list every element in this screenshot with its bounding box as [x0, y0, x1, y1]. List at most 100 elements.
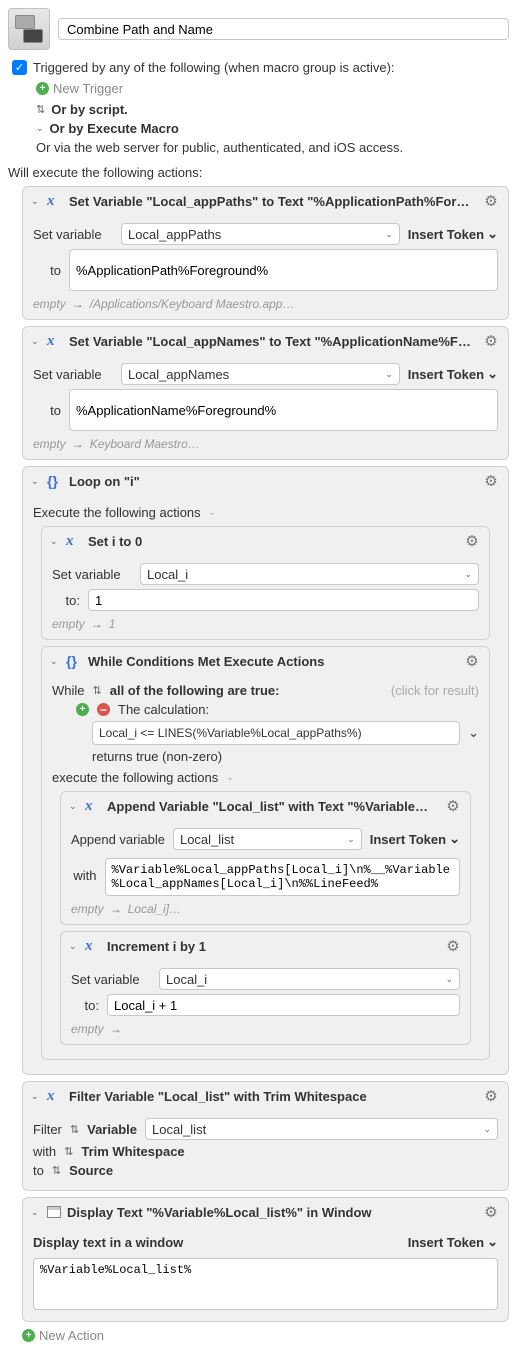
updown-icon[interactable]: ⇅ — [36, 103, 45, 116]
empty-label: empty — [33, 297, 66, 311]
with-text-input[interactable] — [105, 858, 461, 896]
preview-text: 1 — [109, 617, 116, 631]
empty-label: empty — [71, 1022, 104, 1036]
empty-label: empty — [52, 617, 85, 631]
new-action-button[interactable]: + New Action — [22, 1328, 509, 1343]
to-label: to — [33, 263, 61, 278]
arrow-icon: → — [72, 297, 84, 311]
with-label: with — [71, 868, 97, 883]
variable-select[interactable]: Local_appNames⌄ — [121, 363, 400, 385]
click-for-result[interactable]: (click for result) — [391, 683, 479, 698]
triggered-checkbox[interactable]: ✓ — [12, 60, 27, 75]
gear-icon[interactable]: ⚙ — [482, 192, 500, 210]
action-set-variable-apppaths[interactable]: ⌄ x Set Variable "Local_appPaths" to Tex… — [22, 186, 509, 320]
to-label: to — [33, 403, 61, 418]
execute-actions-label: execute the following actions — [52, 770, 218, 785]
disclosure-icon[interactable]: ⌄ — [69, 941, 79, 952]
gear-icon[interactable]: ⚙ — [482, 1203, 500, 1221]
filter-with: Trim Whitespace — [81, 1144, 184, 1159]
set-variable-label: Set variable — [52, 567, 132, 582]
or-via-web-label: Or via the web server for public, authen… — [36, 140, 403, 155]
set-variable-label: Set variable — [33, 227, 113, 242]
gear-icon[interactable]: ⚙ — [444, 937, 462, 955]
to-label: to: — [71, 998, 99, 1013]
disclosure-icon[interactable]: ⌄ — [31, 476, 41, 487]
to-text-input[interactable] — [69, 389, 498, 431]
action-display-text[interactable]: ⌄ Display Text "%Variable%Local_list%" i… — [22, 1197, 509, 1322]
filter-kind: Variable — [87, 1122, 137, 1137]
disclosure-icon[interactable]: ⌄ — [31, 1207, 41, 1218]
action-set-i[interactable]: ⌄ x Set i to 0 ⚙ Set variable Local_i⌄ t… — [41, 526, 490, 640]
empty-label: empty — [33, 437, 66, 451]
calculation-input[interactable]: Local_i <= LINES(%Variable%Local_appPath… — [92, 721, 460, 745]
append-variable-label: Append variable — [71, 832, 165, 847]
to-value-input[interactable] — [107, 994, 460, 1016]
to-value-input[interactable] — [88, 589, 479, 611]
chevron-down-icon[interactable]: ⌄ — [36, 123, 44, 134]
or-by-execute-label: Or by Execute Macro — [50, 121, 179, 136]
gear-icon[interactable]: ⚙ — [444, 797, 462, 815]
gear-icon[interactable]: ⚙ — [482, 332, 500, 350]
variable-select[interactable]: Local_list⌄ — [173, 828, 362, 850]
disclosure-icon[interactable]: ⌄ — [50, 536, 60, 547]
variable-select[interactable]: Local_appPaths⌄ — [121, 223, 400, 245]
action-set-variable-appnames[interactable]: ⌄ x Set Variable "Local_appNames" to Tex… — [22, 326, 509, 460]
action-increment-i[interactable]: ⌄ x Increment i by 1 ⚙ Set variable Loca… — [60, 931, 471, 1045]
preview-text: /Applications/Keyboard Maestro.app… — [90, 297, 295, 311]
disclosure-icon[interactable]: ⌄ — [50, 656, 60, 667]
while-label: While — [52, 683, 85, 698]
remove-condition-button[interactable]: − — [97, 703, 110, 716]
variable-icon: x — [66, 533, 82, 550]
display-text-input[interactable] — [33, 1258, 498, 1310]
action-title: Display Text "%Variable%Local_list%" in … — [67, 1205, 476, 1220]
insert-token-button[interactable]: Insert Token⌄ — [408, 366, 498, 382]
or-by-script-label: Or by script. — [51, 102, 128, 117]
arrow-icon: → — [110, 902, 122, 916]
gear-icon[interactable]: ⚙ — [463, 652, 481, 670]
to-text-input[interactable] — [69, 249, 498, 291]
filter-to: Source — [69, 1163, 113, 1178]
updown-icon[interactable]: ⇅ — [70, 1123, 79, 1136]
variable-select[interactable]: Local_i⌄ — [140, 563, 479, 585]
chevron-down-icon[interactable]: ⌄ — [226, 772, 234, 783]
disclosure-icon[interactable]: ⌄ — [31, 196, 41, 207]
action-filter-variable[interactable]: ⌄ x Filter Variable "Local_list" with Tr… — [22, 1081, 509, 1191]
add-condition-button[interactable]: + — [76, 703, 89, 716]
disclosure-icon[interactable]: ⌄ — [69, 801, 79, 812]
gear-icon[interactable]: ⚙ — [482, 1087, 500, 1105]
variable-icon: x — [47, 193, 63, 210]
updown-icon[interactable]: ⇅ — [64, 1145, 73, 1158]
insert-token-button[interactable]: Insert Token⌄ — [370, 831, 460, 847]
variable-select[interactable]: Local_i⌄ — [159, 968, 460, 990]
updown-icon[interactable]: ⇅ — [52, 1164, 61, 1177]
arrow-icon: → — [72, 437, 84, 451]
insert-token-button[interactable]: Insert Token⌄ — [408, 226, 498, 242]
will-execute-label: Will execute the following actions: — [8, 165, 509, 180]
action-loop[interactable]: ⌄ {} Loop on "i" ⚙ Execute the following… — [22, 466, 509, 1075]
action-while[interactable]: ⌄ {} While Conditions Met Execute Action… — [41, 646, 490, 1060]
display-mode-label: Display text in a window — [33, 1235, 183, 1250]
updown-icon[interactable]: ⇅ — [93, 684, 102, 697]
set-variable-label: Set variable — [33, 367, 113, 382]
returns-label: returns true (non-zero) — [92, 749, 222, 764]
action-title: Filter Variable "Local_list" with Trim W… — [69, 1089, 476, 1104]
triggered-label: Triggered by any of the following (when … — [33, 60, 395, 75]
variable-icon: x — [47, 1088, 63, 1105]
variable-select[interactable]: Local_list⌄ — [145, 1118, 498, 1140]
gear-icon[interactable]: ⚙ — [482, 472, 500, 490]
disclosure-icon[interactable]: ⌄ — [31, 1091, 41, 1102]
chevron-down-icon[interactable]: ⌄ — [468, 725, 479, 741]
window-icon — [47, 1206, 61, 1218]
chevron-down-icon[interactable]: ⌄ — [209, 507, 217, 518]
disclosure-icon[interactable]: ⌄ — [31, 336, 41, 347]
action-append-variable[interactable]: ⌄ x Append Variable "Local_list" with Te… — [60, 791, 471, 925]
macro-icon — [8, 8, 50, 50]
variable-icon: x — [85, 798, 101, 815]
action-title: While Conditions Met Execute Actions — [88, 654, 457, 669]
insert-token-button[interactable]: Insert Token⌄ — [408, 1234, 498, 1250]
action-title: Set Variable "Local_appNames" to Text "%… — [69, 334, 476, 349]
new-trigger-button[interactable]: + New Trigger — [36, 81, 509, 96]
to-label: to — [33, 1163, 44, 1178]
macro-title-input[interactable] — [58, 18, 509, 40]
gear-icon[interactable]: ⚙ — [463, 532, 481, 550]
